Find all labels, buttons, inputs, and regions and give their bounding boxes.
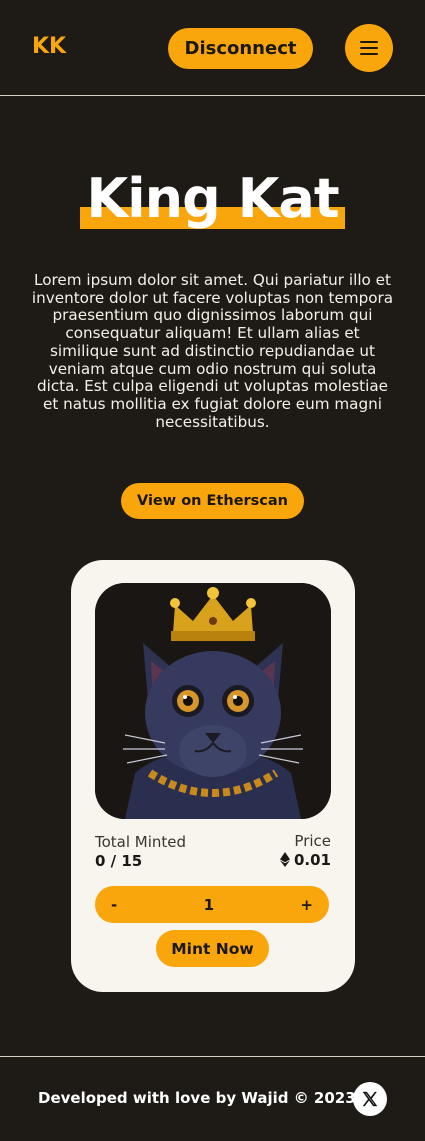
disconnect-button[interactable]: Disconnect bbox=[168, 28, 313, 69]
mint-card: Total Minted 0 / 15 Price 0.01 - 1 + Min… bbox=[71, 560, 355, 992]
x-twitter-icon[interactable] bbox=[353, 1082, 387, 1116]
hero-description: Lorem ipsum dolor sit amet. Qui pariatur… bbox=[31, 271, 394, 431]
ethereum-icon bbox=[279, 852, 290, 867]
total-minted: Total Minted 0 / 15 bbox=[95, 833, 186, 870]
view-on-etherscan-button[interactable]: View on Etherscan bbox=[121, 483, 304, 519]
page-title: King Kat bbox=[80, 163, 345, 235]
king-kat-illustration bbox=[95, 583, 331, 819]
price: Price 0.01 bbox=[279, 832, 331, 869]
increment-button[interactable]: + bbox=[300, 896, 313, 914]
decrement-button[interactable]: - bbox=[111, 896, 117, 914]
price-value: 0.01 bbox=[293, 851, 331, 869]
quantity-stepper: - 1 + bbox=[95, 886, 329, 923]
price-label: Price bbox=[294, 832, 331, 850]
total-minted-value: 0 / 15 bbox=[95, 852, 143, 870]
logo[interactable]: KK bbox=[32, 34, 66, 59]
nft-image bbox=[95, 583, 331, 819]
hero: King Kat bbox=[0, 163, 425, 235]
quantity-value: 1 bbox=[203, 895, 215, 914]
header: KK Disconnect bbox=[0, 0, 425, 96]
page-title-text: King Kat bbox=[86, 167, 339, 230]
footer-credit: Developed with love by Wajid © 2023 bbox=[38, 1089, 356, 1107]
x-logo-icon bbox=[362, 1091, 378, 1107]
mint-now-button[interactable]: Mint Now bbox=[156, 930, 269, 967]
footer: Developed with love by Wajid © 2023 bbox=[0, 1056, 425, 1141]
total-minted-label: Total Minted bbox=[95, 833, 187, 851]
price-value-row: 0.01 bbox=[279, 851, 331, 869]
hamburger-menu-icon[interactable] bbox=[345, 24, 393, 72]
